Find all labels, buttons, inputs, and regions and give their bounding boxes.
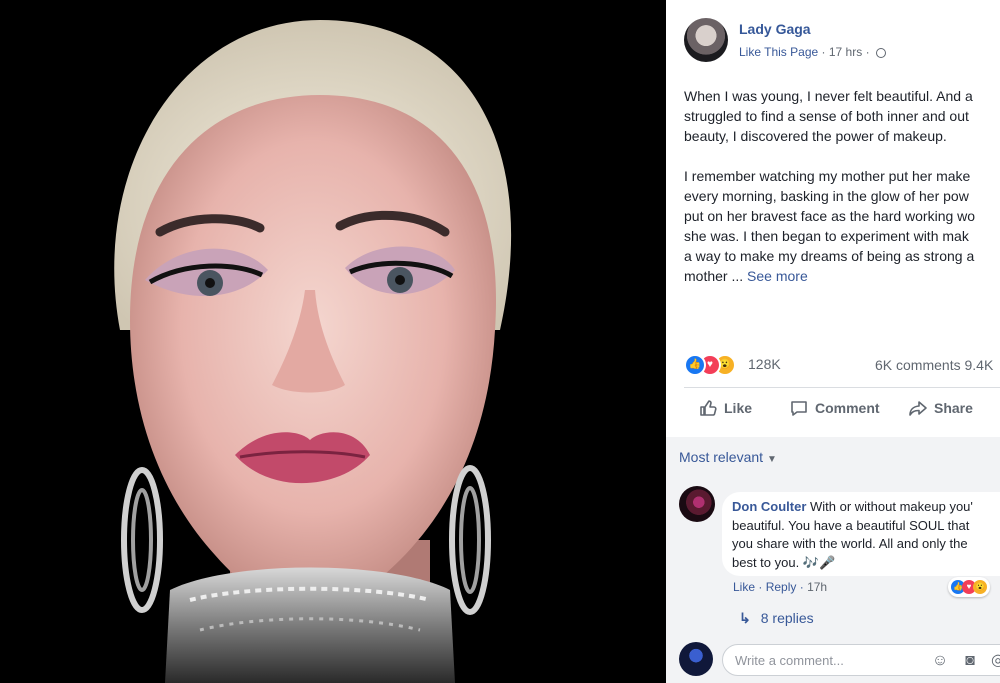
comment-actions: Like · Reply · 17h	[733, 580, 827, 594]
page-name-link[interactable]: Lady Gaga	[739, 21, 811, 37]
meta-separator: ·	[799, 580, 808, 594]
wow-reaction-icon: 😮	[973, 580, 987, 594]
text-line: put on her bravest face as the hard work…	[684, 208, 976, 224]
gif-icon[interactable]: ◎	[989, 652, 1000, 670]
caret-down-icon: ▼	[766, 454, 777, 465]
divider	[684, 387, 1000, 388]
post-paragraph-1: When I was young, I never felt beautiful…	[684, 86, 1000, 146]
text-line: every morning, basking in the glow of he…	[684, 188, 969, 204]
commenter-avatar[interactable]	[679, 486, 715, 522]
comment-input[interactable]	[735, 651, 915, 669]
meta-separator: ·	[758, 580, 766, 594]
comment-time[interactable]: 17h	[807, 580, 827, 594]
comment-text: you share with the world. All and only t…	[732, 536, 968, 551]
page-avatar[interactable]	[684, 18, 728, 62]
comments-section: Most relevant ▼ Don Coulter With or with…	[666, 437, 1000, 683]
reply-arrow-icon: ↳	[739, 610, 751, 626]
text-line: When I was young, I never felt beautiful…	[684, 88, 973, 104]
camera-icon[interactable]: ◙	[961, 652, 979, 670]
comment-sort-dropdown[interactable]: Most relevant ▼	[679, 449, 777, 465]
text-line: beauty, I discovered the power of makeup…	[684, 128, 947, 144]
like-button[interactable]: Like	[698, 398, 752, 418]
like-reaction-icon[interactable]: 👍	[684, 354, 706, 376]
comment-author[interactable]: Don Coulter	[732, 499, 806, 514]
post-header: Lady Gaga Like This Page · 17 hrs ·	[684, 18, 1000, 68]
share-icon	[909, 401, 927, 416]
text-line: struggled to find a sense of both inner …	[684, 108, 969, 124]
post-time[interactable]: 17 hrs	[829, 45, 862, 59]
like-page-link[interactable]: Like This Page	[739, 45, 818, 59]
comment-button[interactable]: Comment	[789, 398, 880, 418]
text-line: she was. I then began to experiment with…	[684, 228, 969, 244]
comment-reactions[interactable]: 👍 ♥ 😮	[948, 577, 990, 597]
text-line: a way to make my dreams of being as stro…	[684, 248, 975, 264]
post-paragraph-2: I remember watching my mother put her ma…	[684, 166, 1000, 286]
meta-separator: ·	[821, 45, 829, 59]
post-photo[interactable]	[0, 0, 666, 683]
comment-like-link[interactable]: Like	[733, 580, 755, 594]
post-text: When I was young, I never felt beautiful…	[684, 86, 1000, 306]
share-label: Share	[934, 400, 973, 416]
comment-reply-link[interactable]: Reply	[766, 580, 797, 594]
reactions-bar: 👍 ♥ 😮 128K 6K comments 9.4K	[684, 354, 1000, 376]
globe-icon	[875, 48, 886, 58]
post-meta: Like This Page · 17 hrs ·	[739, 45, 886, 59]
portrait-image	[0, 0, 666, 683]
thumbs-up-icon	[700, 400, 717, 416]
comments-shares-count[interactable]: 6K comments 9.4K	[875, 357, 993, 373]
meta-separator: ·	[865, 45, 873, 59]
post-panel: Lady Gaga Like This Page · 17 hrs · When…	[666, 0, 1000, 683]
emoji-icon[interactable]: ☺	[931, 652, 949, 670]
reaction-count[interactable]: 128K	[748, 356, 781, 372]
post-actions: Like Comment Share	[684, 398, 1000, 424]
comment-text: With or without makeup you'	[806, 499, 973, 514]
text-line: mother ...	[684, 268, 748, 284]
current-user-avatar	[679, 642, 713, 676]
comment-text: beautiful. You have a beautiful SOUL tha…	[732, 517, 970, 533]
sort-label: Most relevant	[679, 449, 764, 465]
view-replies-link[interactable]: ↳ 8 replies	[739, 610, 814, 627]
like-label: Like	[724, 400, 753, 416]
comment-label: Comment	[815, 400, 880, 416]
share-button[interactable]: Share	[908, 398, 973, 418]
comment-bubble: Don Coulter With or without makeup you' …	[722, 492, 1000, 576]
write-comment-box[interactable]: ☺ ◙ ◎	[722, 644, 1000, 676]
text-line: I remember watching my mother put her ma…	[684, 168, 971, 184]
comment-text: best to you. 🎶🎤	[732, 554, 836, 570]
see-more-link[interactable]: See more	[747, 268, 808, 284]
replies-count: 8 replies	[760, 610, 814, 626]
comment-icon	[791, 401, 807, 416]
